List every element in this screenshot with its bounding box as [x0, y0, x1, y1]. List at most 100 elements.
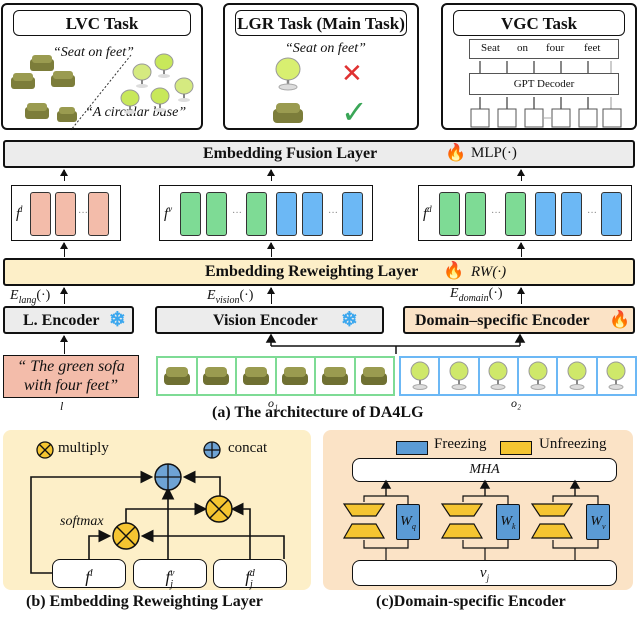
mha-block: MHA	[352, 458, 617, 482]
superscript: v	[170, 568, 175, 579]
sofa-view	[198, 358, 237, 394]
adapter-icon	[342, 503, 386, 539]
ellipsis: ···	[232, 208, 242, 219]
sofa-icon	[163, 367, 190, 385]
concat-legend-label: concat	[228, 440, 268, 456]
egg-chair-icon	[150, 87, 170, 112]
caption-architecture: (a) The architecture of DA4LG	[212, 404, 424, 421]
correct-mark-icon: ✓	[341, 93, 368, 131]
egg-chair-icon	[488, 361, 508, 390]
symbol: W	[590, 514, 603, 529]
multiply-node	[112, 522, 140, 550]
domain-embedding-cell-object1	[439, 192, 460, 236]
egg-chair-icon	[528, 361, 548, 390]
symbol-tail: (·)	[239, 288, 254, 303]
subscript: domain	[458, 292, 489, 304]
fusion-fn-label: MLP(·)	[471, 145, 517, 161]
sofa-icon	[321, 367, 348, 385]
sofa-icon	[11, 73, 35, 89]
snowflake-icon: ❄	[109, 309, 126, 331]
reweighting-fn-label: RW(·)	[471, 264, 507, 280]
adapter-icon	[440, 503, 484, 539]
object2-symbol: o₂	[511, 396, 522, 410]
domain-embedding-cell-object2	[601, 192, 622, 236]
egg-chair-icon	[132, 63, 152, 88]
egg-chair-view	[401, 358, 441, 394]
input-text: “ The green sofa with four feet”	[17, 358, 125, 394]
sofa-icon	[361, 367, 388, 385]
symbol-tail: (·)	[36, 288, 51, 303]
lgr-task-panel: LGR Task (Main Task) “Seat on feet” ✕ ✓	[223, 3, 419, 131]
caption-domain-encoder: (c)Domain-specific Encoder	[376, 593, 566, 610]
domain-encoder-output-label: Edomain(·)	[450, 286, 503, 304]
egg-chair-icon	[120, 89, 140, 114]
arrow-up	[60, 169, 68, 181]
vision-embedding-cell-object2	[342, 192, 363, 236]
input-vj-block: vj	[352, 560, 617, 586]
lgr-task-title: LGR Task (Main Task)	[235, 10, 407, 36]
wrong-mark-icon: ✕	[341, 59, 363, 89]
decoder-arrows	[470, 61, 622, 128]
concat-node	[154, 463, 182, 491]
arrow-up	[60, 287, 68, 304]
snowflake-icon: ❄	[341, 309, 358, 331]
language-embedding-cell	[30, 192, 51, 236]
vision-encoder-label: Vision Encoder	[213, 312, 318, 329]
softmax-label: softmax	[60, 514, 104, 529]
arrow-up	[517, 242, 525, 257]
input-text-box: “ The green sofa with four feet”	[3, 355, 139, 398]
domain-feature-node: fjd	[213, 559, 287, 590]
lang-encoder-output-label: Elang(·)	[10, 288, 50, 306]
vision-embedding-cell-object1	[180, 192, 201, 236]
fusion-layer-label: Embedding Fusion Layer	[203, 145, 378, 162]
sofa-icon	[282, 367, 309, 385]
egg-chair-icon	[567, 361, 587, 390]
object2-view-strip	[399, 356, 637, 396]
domain-embedding-cell-object1	[465, 192, 486, 236]
subscript: q	[411, 521, 416, 531]
language-feature-node: fl	[52, 559, 126, 588]
egg-chair-view	[598, 358, 635, 394]
domain-feature-label: fd	[423, 204, 432, 223]
egg-chair-icon	[606, 361, 626, 390]
object1-view-strip	[156, 356, 395, 396]
sofa-view	[237, 358, 277, 394]
sofa-icon	[273, 103, 303, 123]
ellipsis: ···	[328, 208, 338, 219]
symbol: E	[450, 286, 459, 301]
subscript: v	[602, 521, 606, 531]
egg-chair-icon	[410, 361, 430, 390]
multiply-legend-label: multiply	[58, 440, 109, 456]
multiply-legend-icon	[36, 441, 54, 459]
weight-v-block: Wv	[586, 504, 610, 540]
vision-embedding-cell-object2	[302, 192, 323, 236]
multiply-node	[205, 495, 233, 523]
feature-superscript: v	[168, 204, 173, 214]
input-text-symbol: l	[60, 399, 64, 413]
feature-superscript: l	[20, 204, 23, 214]
subscript: vision	[215, 294, 240, 306]
vision-feature-node: fjv	[133, 559, 207, 591]
subscript: j	[170, 579, 174, 591]
vision-feature-label: fv	[164, 204, 172, 223]
embedding-reweighting-layer: Embedding Reweighting Layer 🔥 RW(·)	[3, 258, 635, 286]
arrow-up	[517, 287, 525, 304]
symbol: W	[500, 514, 513, 529]
symbol: E	[10, 288, 19, 303]
fire-icon: 🔥	[609, 310, 631, 329]
arrow-up	[517, 169, 525, 181]
sofa-icon	[25, 103, 49, 119]
language-feature-label: fl	[16, 204, 23, 223]
language-embedding-cell	[55, 192, 76, 236]
unfreezing-legend-swatch	[500, 441, 532, 455]
egg-chair-icon	[449, 361, 469, 390]
egg-chair-view	[519, 358, 559, 394]
sofa-view	[158, 358, 198, 394]
symbol: E	[207, 288, 216, 303]
fire-icon: 🔥	[443, 261, 465, 280]
lgr-quote: “Seat on feet”	[285, 41, 366, 56]
subscript: j	[486, 573, 490, 583]
vision-encoder-output-label: Evision(·)	[207, 288, 253, 306]
adapter-icon	[530, 503, 574, 539]
sofa-icon	[242, 367, 269, 385]
